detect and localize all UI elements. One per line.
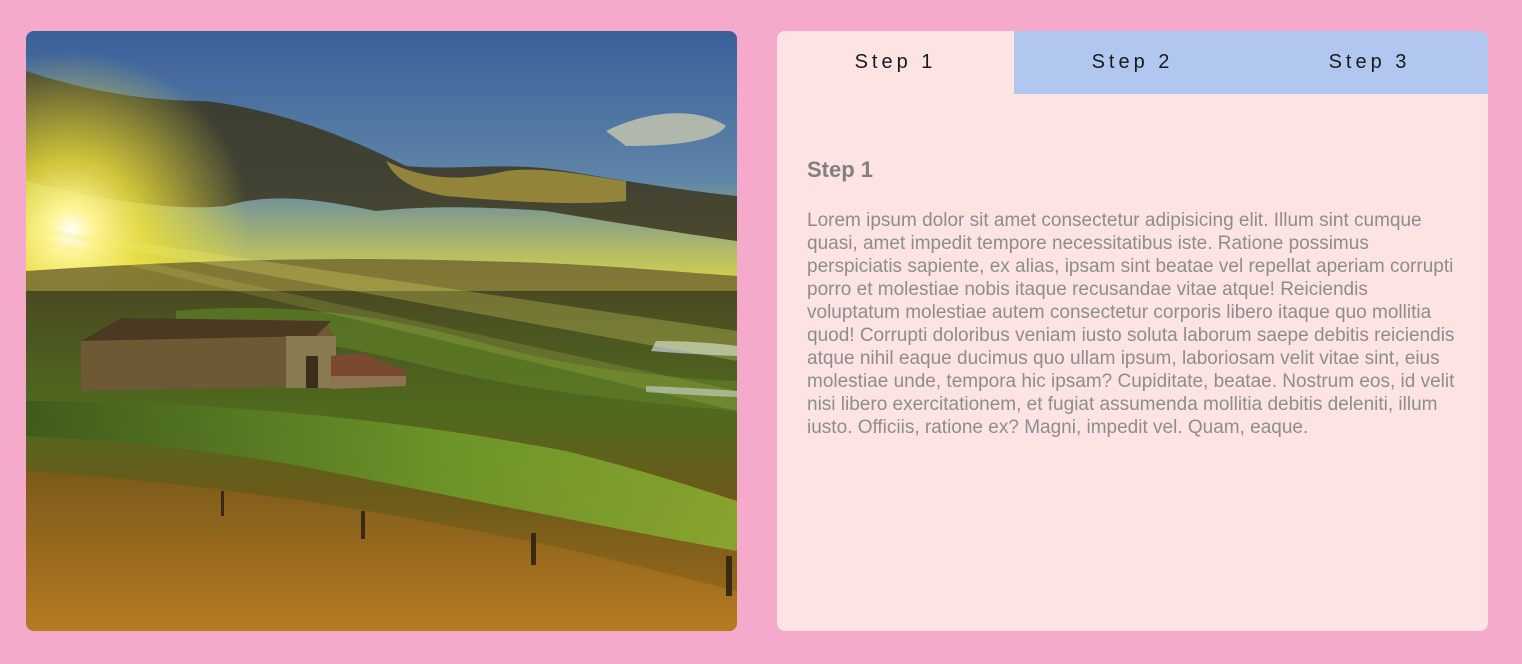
step-body-text: Lorem ipsum dolor sit amet consectetur a… bbox=[807, 210, 1455, 438]
tab-step-2[interactable]: Step 2 bbox=[1014, 31, 1251, 94]
step-heading: Step 1 bbox=[807, 157, 874, 182]
tab-step-1[interactable]: Step 1 bbox=[777, 31, 1014, 94]
landscape-photo bbox=[26, 31, 737, 631]
step-content: Step 1 Lorem ipsum dolor sit amet consec… bbox=[777, 94, 1488, 439]
step-tabs: Step 1 Step 2 Step 3 bbox=[777, 31, 1488, 94]
tab-step-3[interactable]: Step 3 bbox=[1251, 31, 1488, 94]
sunset-landscape-image bbox=[26, 31, 737, 631]
steps-panel: Step 1 Step 2 Step 3 Step 1 Lorem ipsum … bbox=[777, 31, 1488, 631]
